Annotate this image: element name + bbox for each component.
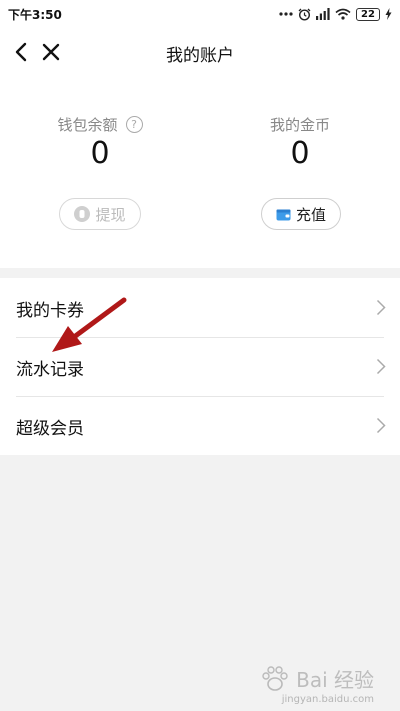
gold-coins-value: 0 [290, 136, 310, 171]
menu-item-label: 流水记录 [16, 360, 84, 380]
watermark: Bai 经验 jingyan.baidu.com [260, 664, 374, 705]
recharge-label: 充值 [295, 205, 326, 224]
status-bar: 下午3:50 22 [0, 0, 400, 28]
more-dots-icon [279, 12, 293, 16]
status-time: 下午3:50 [8, 7, 62, 22]
gold-coins-label-row: 我的金币 [200, 114, 400, 135]
charging-icon [385, 8, 392, 20]
wallet-icon [276, 209, 291, 220]
recharge-button[interactable]: 充值 [261, 198, 341, 230]
alarm-icon [298, 8, 311, 21]
help-icon[interactable]: ? [125, 116, 143, 133]
menu-item-super-vip[interactable]: 超级会员 [0, 396, 400, 455]
wifi-icon [335, 8, 351, 20]
menu-item-label: 我的卡券 [16, 301, 84, 321]
chevron-right-icon [376, 417, 386, 434]
menu-item-my-coupons[interactable]: 我的卡券 [0, 278, 400, 337]
menu-item-label: 超级会员 [16, 419, 84, 439]
battery-icon: 22 [356, 7, 380, 21]
account-menu: 我的卡券 流水记录 超级会员 [0, 278, 400, 455]
chevron-right-icon [376, 358, 386, 375]
wallet-balance-label: 钱包余额 [57, 116, 118, 134]
page-title: 我的账户 [166, 46, 234, 66]
wallet-balance-label-row: 钱包余额 ? [0, 114, 200, 135]
signal-icon [316, 8, 330, 20]
status-icons: 22 [279, 7, 392, 21]
wallet-balance-value: 0 [90, 136, 110, 171]
withdraw-label: 提现 [95, 205, 126, 224]
account-panel: 钱包余额 ? 0 提现 我的金币 0 充值 [0, 76, 400, 268]
paw-logo-icon [262, 665, 288, 691]
chevron-right-icon [376, 299, 386, 316]
gold-coins-label: 我的金币 [269, 116, 330, 134]
watermark-subtext: jingyan.baidu.com [281, 694, 374, 705]
withdraw-button[interactable]: 提现 [59, 198, 141, 230]
watermark-text: Bai 经验 [296, 668, 374, 692]
nav-bar: 我的账户 [0, 28, 400, 76]
coin-icon [74, 206, 91, 222]
menu-item-transaction-records[interactable]: 流水记录 [0, 337, 400, 396]
